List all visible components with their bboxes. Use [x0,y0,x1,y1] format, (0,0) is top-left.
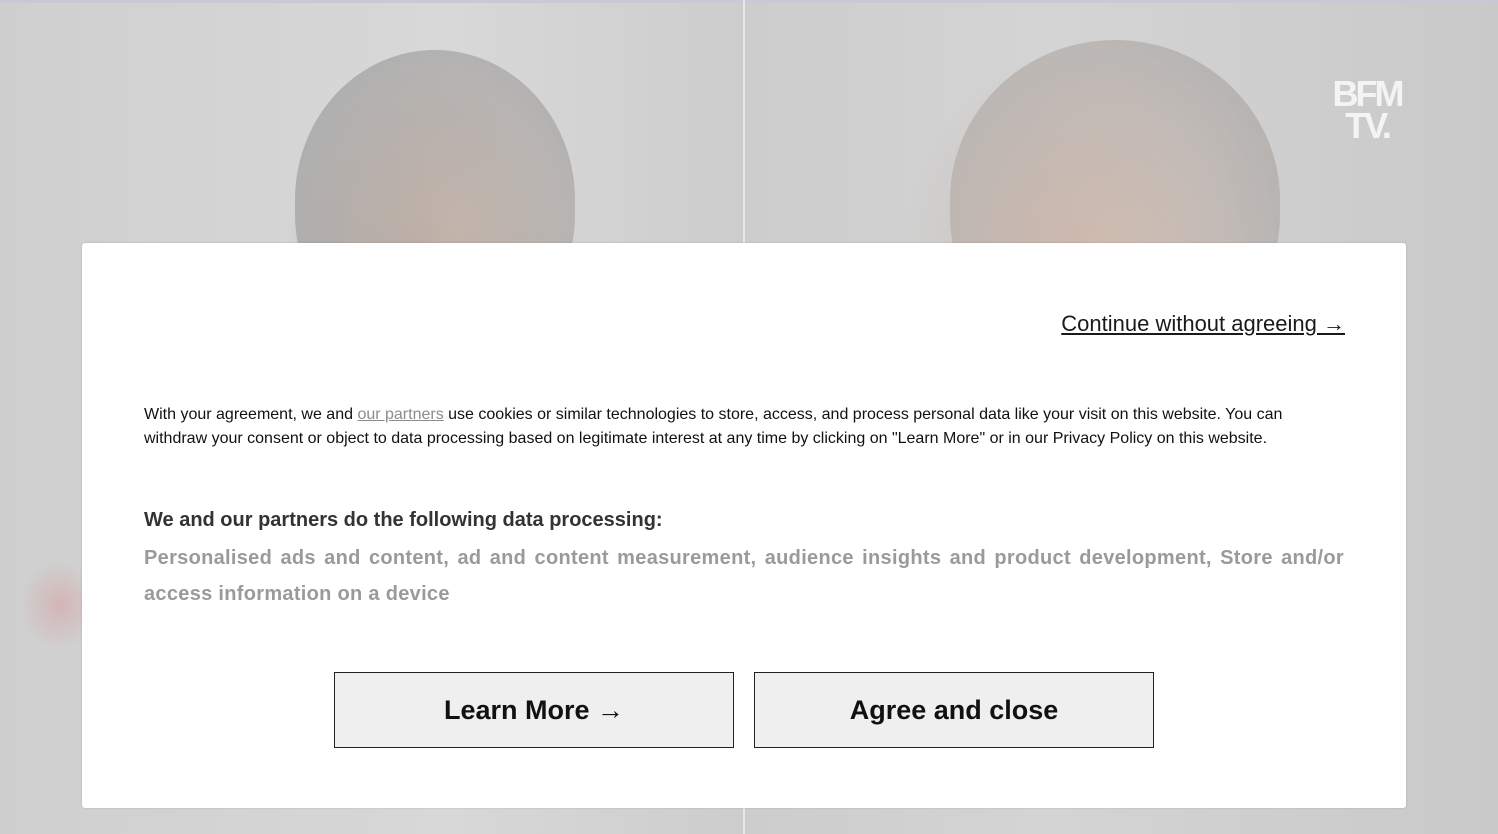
desc-text-before: With your agreement, we and [144,406,358,423]
agree-and-close-button[interactable]: Agree and close [754,672,1154,748]
our-partners-link[interactable]: our partners [357,406,443,423]
consent-description: With your agreement, we and our partners… [144,403,1344,451]
top-border [0,0,1498,3]
continue-without-agreeing-link[interactable]: Continue without agreeing → [1061,311,1345,337]
purposes-heading: We and our partners do the following dat… [144,509,663,531]
bfmtv-logo: BFM TV. [1322,76,1412,146]
logo-line-2: TV. [1345,105,1392,146]
learn-more-button[interactable]: Learn More → [334,672,734,748]
purposes-list: Personalised ads and content, ad and con… [144,547,1344,605]
cookie-consent-dialog: Continue without agreeing → With your ag… [82,243,1406,808]
